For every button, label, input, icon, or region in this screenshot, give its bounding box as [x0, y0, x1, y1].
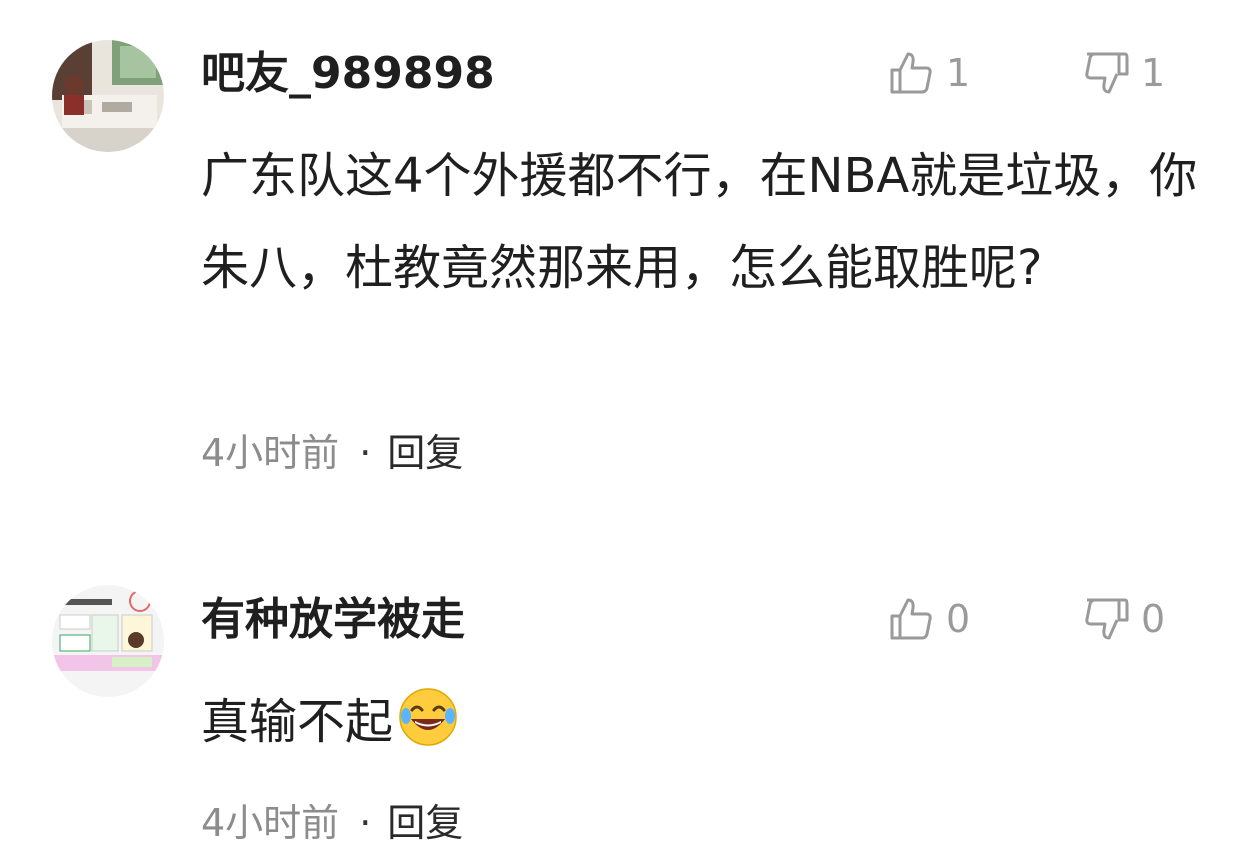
username[interactable]: 有种放学被走 [201, 598, 465, 642]
dislike-button[interactable]: 0 [1083, 596, 1165, 642]
reply-button[interactable]: 回复 [387, 801, 463, 845]
separator: · [359, 801, 372, 845]
dislike-count: 0 [1141, 597, 1166, 641]
comment-meta: 4小时前 · 回复 [201, 804, 463, 842]
thumbs-down-icon [1085, 598, 1129, 640]
comment-item: 有种放学被走 0 0 真输不起 4小时前 · 回复 [0, 0, 1239, 863]
laughing-crying-emoji-icon [399, 688, 457, 746]
like-count: 0 [946, 597, 971, 641]
game-card-avatar-icon [52, 585, 164, 697]
comment-text-row: 真输不起 [201, 676, 1201, 768]
avatar[interactable] [52, 585, 164, 697]
thumbs-up-icon [890, 598, 932, 640]
timestamp: 4小时前 [201, 801, 340, 845]
like-button[interactable]: 0 [888, 596, 970, 642]
comment-text: 真输不起 [201, 694, 394, 750]
